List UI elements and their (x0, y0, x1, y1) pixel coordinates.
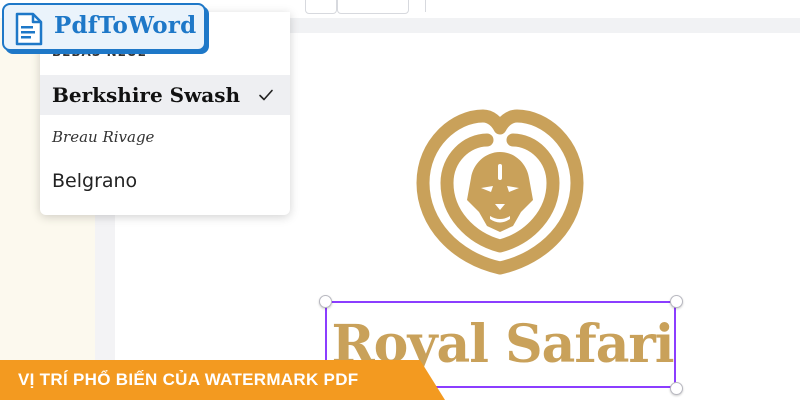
lion-head-icon[interactable] (415, 108, 585, 278)
font-option-breau-rivage[interactable]: Breau Rivage (40, 122, 290, 152)
toolbar-button[interactable] (337, 0, 409, 14)
document-icon (15, 12, 43, 46)
toolbar-button[interactable] (305, 0, 337, 14)
resize-handle-bottom-right[interactable] (670, 382, 683, 395)
caption-banner: VỊ TRÍ PHỔ BIẾN CỦA WATERMARK PDF (0, 360, 445, 400)
font-option-berkshire-swash[interactable]: Berkshire Swash (40, 75, 290, 115)
brand-badge: PdfToWord (2, 3, 206, 51)
resize-handle-top-right[interactable] (670, 295, 683, 308)
resize-handle-top-left[interactable] (319, 295, 332, 308)
check-icon (259, 89, 273, 101)
font-option-belgrano[interactable]: Belgrano (40, 162, 290, 200)
font-option-label: Berkshire Swash (52, 83, 241, 107)
toolbar-divider (425, 0, 426, 12)
caption-text: VỊ TRÍ PHỔ BIẾN CỦA WATERMARK PDF (18, 370, 359, 389)
brand-name: PdfToWord (54, 12, 197, 39)
